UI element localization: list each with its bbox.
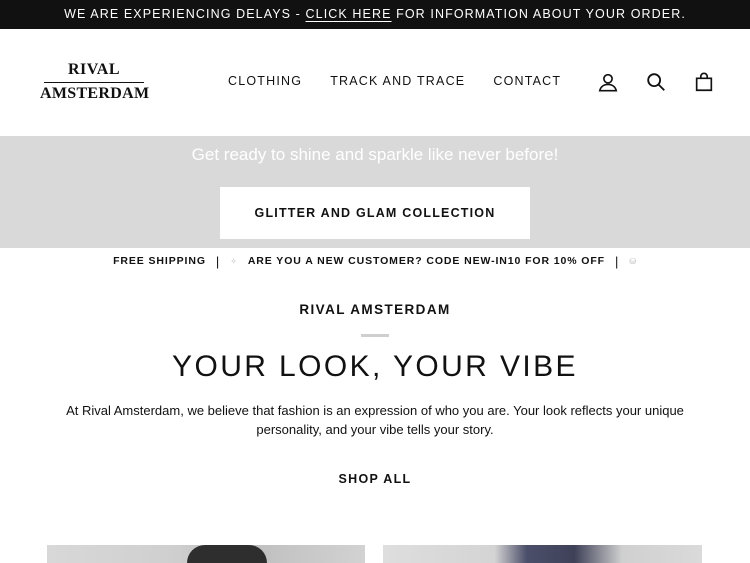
product-image-2[interactable]: [383, 545, 702, 563]
shop-all-link[interactable]: SHOP ALL: [339, 472, 412, 486]
section-description: At Rival Amsterdam, we believe that fash…: [66, 403, 684, 437]
usp-separator: |: [215, 253, 221, 269]
header-icons: [597, 71, 715, 93]
product-image-1-figure: [187, 545, 267, 563]
nav-contact[interactable]: CONTACT: [493, 74, 561, 88]
nav-track-and-trace[interactable]: TRACK AND TRACE: [330, 74, 465, 88]
usp-free-shipping: FREE SHIPPING: [113, 255, 206, 267]
product-image-1[interactable]: [47, 545, 365, 563]
logo-line-1: RIVAL: [44, 61, 144, 83]
section-divider: [361, 334, 389, 337]
cart-icon[interactable]: [693, 71, 715, 93]
site-header: RIVAL AMSTERDAM CLOTHING TRACK AND TRACE…: [0, 29, 750, 136]
hero-banner: Get ready to shine and sparkle like neve…: [0, 136, 750, 248]
announcement-bar: WE ARE EXPERIENCING DELAYS - CLICK HERE …: [0, 0, 750, 29]
section-headline: YOUR LOOK, YOUR VIBE: [172, 350, 578, 383]
brand-logo[interactable]: RIVAL AMSTERDAM: [40, 61, 150, 104]
package-icon: ⛁: [629, 256, 637, 266]
announcement-link[interactable]: CLICK HERE: [306, 7, 392, 21]
usp-bar: FREE SHIPPING | ✧ ARE YOU A NEW CUSTOMER…: [0, 250, 750, 272]
nav-clothing[interactable]: CLOTHING: [228, 74, 302, 88]
announcement-text-prefix: WE ARE EXPERIENCING DELAYS -: [64, 7, 306, 21]
glitter-collection-button[interactable]: GLITTER AND GLAM COLLECTION: [220, 187, 530, 239]
usp-new-customer-code: ARE YOU A NEW CUSTOMER? CODE NEW-IN10 FO…: [247, 255, 605, 267]
announcement-text-suffix: FOR INFORMATION ABOUT YOUR ORDER.: [391, 7, 686, 21]
usp-separator: |: [614, 253, 620, 269]
hero-tagline: Get ready to shine and sparkle like neve…: [191, 145, 559, 164]
section-brand-label: RIVAL AMSTERDAM: [299, 302, 451, 317]
main-nav: CLOTHING TRACK AND TRACE CONTACT: [228, 74, 561, 88]
sparkle-icon: ✧: [230, 256, 238, 266]
logo-line-2: AMSTERDAM: [40, 85, 150, 102]
shop-all-wrap: SHOP ALL: [0, 472, 750, 486]
account-icon[interactable]: [597, 71, 619, 93]
search-icon[interactable]: [645, 71, 667, 93]
